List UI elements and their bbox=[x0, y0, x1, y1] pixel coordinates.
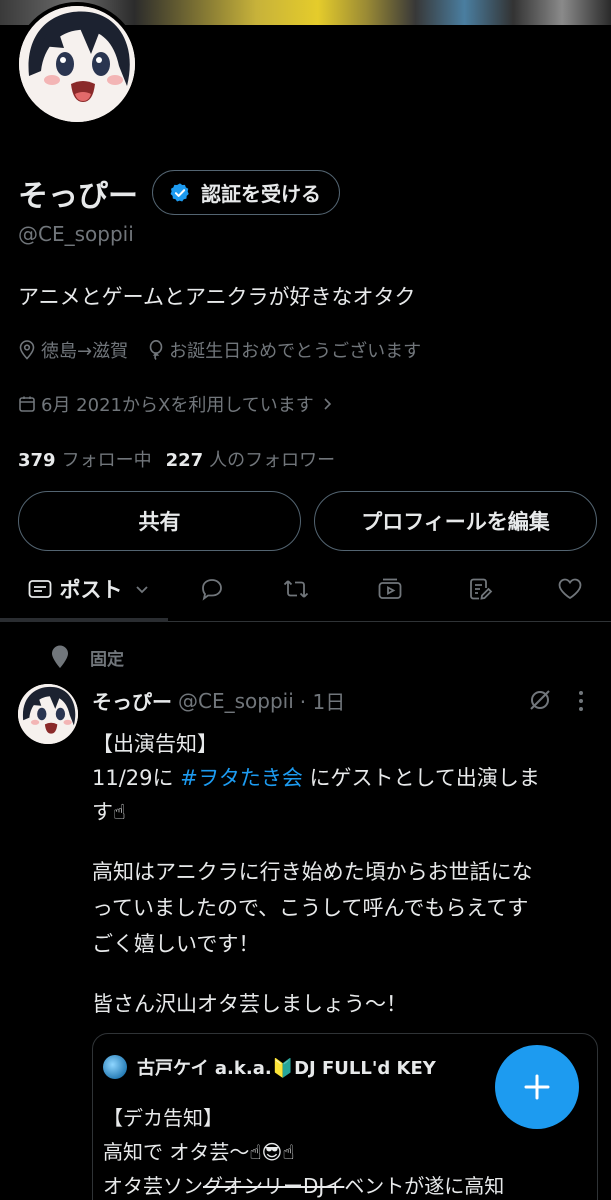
tab-retweets[interactable] bbox=[276, 560, 316, 618]
joined-text: 6月 2021からXを利用しています bbox=[41, 395, 314, 416]
followers-count: 227 bbox=[165, 450, 204, 471]
profile-tabs: ポスト bbox=[0, 560, 611, 622]
quoted-text-strikethrough: グオンリーDJイ bbox=[203, 1174, 345, 1198]
profile-handle: @CE_soppii bbox=[18, 222, 134, 246]
likes-icon bbox=[558, 578, 582, 600]
verified-badge-icon bbox=[170, 182, 189, 202]
post-author-handle[interactable]: @CE_soppii bbox=[178, 689, 294, 713]
tab-replies[interactable] bbox=[192, 560, 232, 618]
posts-icon bbox=[28, 580, 51, 598]
location-icon bbox=[19, 340, 35, 360]
calendar-icon bbox=[19, 396, 35, 412]
post-text-line: す☝ bbox=[92, 800, 126, 824]
post-author-name[interactable]: そっぴー bbox=[92, 686, 172, 715]
post-text-line: っていましたので、こうして呼んでもらえてす bbox=[92, 896, 529, 920]
tab-articles[interactable] bbox=[460, 560, 500, 618]
profile-birthday: お誕生日おめでとうございます bbox=[148, 337, 421, 363]
profile-joined[interactable]: 6月 2021からXを利用しています bbox=[18, 391, 332, 417]
profile-display-name: そっぴー bbox=[18, 178, 138, 214]
pinned-indicator: 固定 bbox=[50, 644, 124, 670]
compose-post-button[interactable] bbox=[495, 1045, 579, 1129]
followers-label: 人のフォロワー bbox=[209, 450, 336, 471]
quoted-author-name: 古戸ケイ a.k.a.🔰DJ FULL'd KEY bbox=[137, 1058, 436, 1079]
articles-icon bbox=[470, 578, 493, 600]
tab-media[interactable] bbox=[370, 560, 410, 618]
post-text-fragment: 11/29に bbox=[92, 766, 174, 790]
quoted-text-fragment: ベントが遂に高知 bbox=[344, 1174, 505, 1198]
post-timestamp[interactable]: · 1日 bbox=[300, 686, 345, 715]
grok-icon[interactable] bbox=[528, 688, 552, 712]
get-verified-button[interactable]: 認証を受ける bbox=[152, 170, 340, 215]
balloon-icon bbox=[149, 340, 163, 360]
chevron-down-icon bbox=[135, 586, 148, 594]
chevron-right-icon bbox=[324, 398, 331, 410]
tab-posts-label: ポスト bbox=[59, 578, 123, 602]
post-text-line: 11/29に #ヲタたき会 にゲストとして出演しま bbox=[92, 762, 540, 792]
get-verified-label: 認証を受ける bbox=[201, 182, 321, 206]
media-icon bbox=[378, 578, 402, 599]
share-label: 共有 bbox=[138, 510, 181, 534]
profile-bio: アニメとゲームとアニクラが好きなオタク bbox=[18, 285, 416, 309]
edit-profile-button[interactable]: プロフィールを編集 bbox=[314, 491, 597, 551]
profile-location: 徳島→滋賀 bbox=[18, 337, 128, 363]
location-text: 徳島→滋賀 bbox=[41, 341, 129, 362]
birthday-text: お誕生日おめでとうございます bbox=[169, 341, 422, 362]
quoted-text-fragment: オタ芸ソン bbox=[103, 1174, 203, 1198]
quoted-text-line: 【デカ告知】 bbox=[103, 1106, 223, 1130]
post-text-fragment: にゲストとして出演しま bbox=[309, 766, 540, 790]
share-button[interactable]: 共有 bbox=[18, 491, 301, 551]
post-text-line: 高知はアニクラに行き始めた頃からお世話にな bbox=[92, 860, 533, 884]
more-options-icon[interactable] bbox=[578, 690, 584, 712]
post-text-line: ごく嬉しいです！ bbox=[92, 932, 260, 956]
pinned-label: 固定 bbox=[90, 649, 124, 670]
profile-avatar[interactable] bbox=[15, 2, 139, 126]
quoted-author-avatar bbox=[103, 1055, 127, 1079]
active-tab-indicator bbox=[0, 618, 168, 622]
followers-link[interactable]: 227 人のフォロワー bbox=[166, 446, 336, 472]
retweet-icon bbox=[283, 580, 309, 598]
hashtag-link[interactable]: #ヲタたき会 bbox=[180, 766, 303, 790]
pin-icon bbox=[52, 645, 68, 668]
plus-icon bbox=[524, 1074, 550, 1100]
tab-posts[interactable]: ポスト bbox=[18, 560, 158, 618]
post-text-line: 皆さん沢山オタ芸しましょう〜！ bbox=[92, 992, 407, 1016]
following-link[interactable]: 379 フォロー中 bbox=[18, 446, 152, 472]
post-author-avatar[interactable] bbox=[18, 684, 78, 744]
following-label: フォロー中 bbox=[61, 450, 152, 471]
edit-profile-label: プロフィールを編集 bbox=[361, 510, 550, 534]
quoted-text-line: オタ芸ソングオンリーDJイベントが遂に高知 bbox=[103, 1170, 504, 1199]
tab-likes[interactable] bbox=[550, 560, 590, 618]
quoted-text-line: 高知で オタ芸〜☝😎☝ bbox=[103, 1140, 295, 1164]
following-count: 379 bbox=[18, 450, 56, 471]
replies-icon bbox=[202, 579, 222, 601]
post-text-line: 【出演告知】 bbox=[92, 732, 218, 756]
